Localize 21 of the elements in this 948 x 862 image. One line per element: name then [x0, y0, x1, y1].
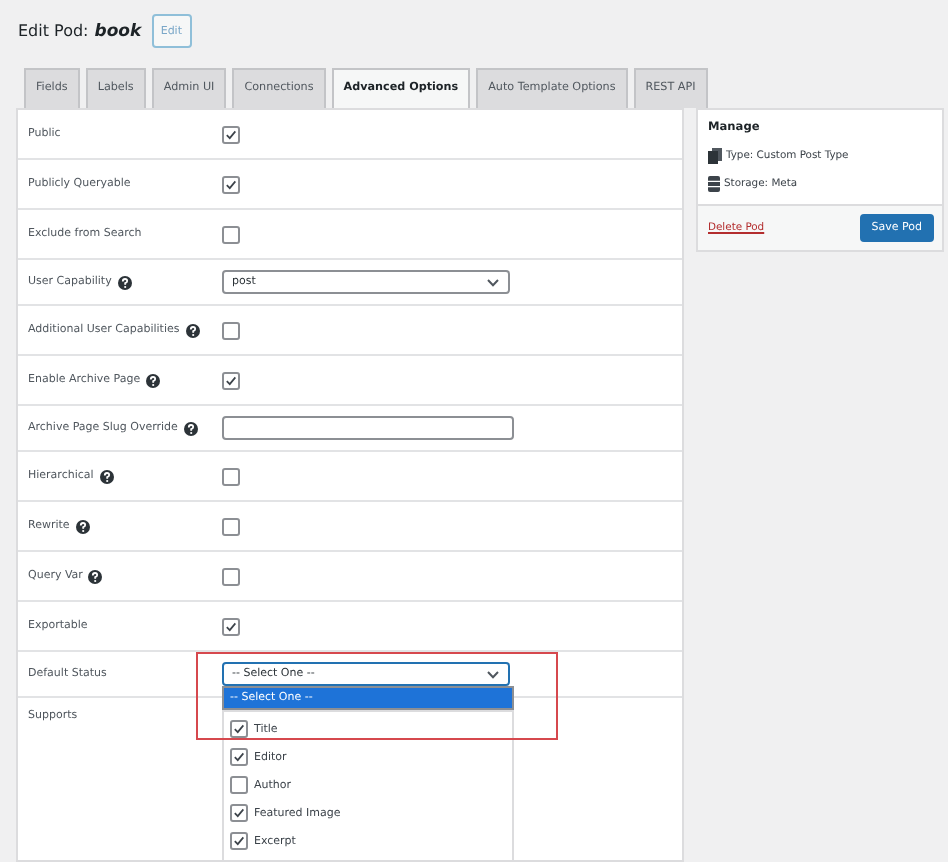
- checkbox[interactable]: [222, 175, 240, 193]
- checkbox[interactable]: [222, 371, 240, 389]
- page-title: Edit Pod:: [18, 22, 89, 40]
- database-icon: [708, 176, 720, 192]
- input-field[interactable]: [222, 416, 514, 440]
- checkbox[interactable]: [230, 748, 248, 766]
- checkbox[interactable]: [230, 720, 248, 738]
- checkbox[interactable]: [230, 804, 248, 822]
- checkbox[interactable]: [222, 125, 240, 143]
- pod-name: book: [94, 21, 142, 41]
- checkbox[interactable]: [222, 567, 240, 585]
- checkbox[interactable]: [222, 617, 240, 635]
- checkbox[interactable]: [222, 321, 240, 339]
- checkbox[interactable]: [230, 832, 248, 850]
- caret-icon: [486, 277, 500, 287]
- checkbox[interactable]: [230, 776, 248, 794]
- checkbox[interactable]: [222, 517, 240, 535]
- caret-icon: [486, 669, 500, 679]
- documents-icon: [708, 148, 722, 164]
- checkbox[interactable]: [222, 467, 240, 485]
- checkbox[interactable]: [222, 225, 240, 243]
